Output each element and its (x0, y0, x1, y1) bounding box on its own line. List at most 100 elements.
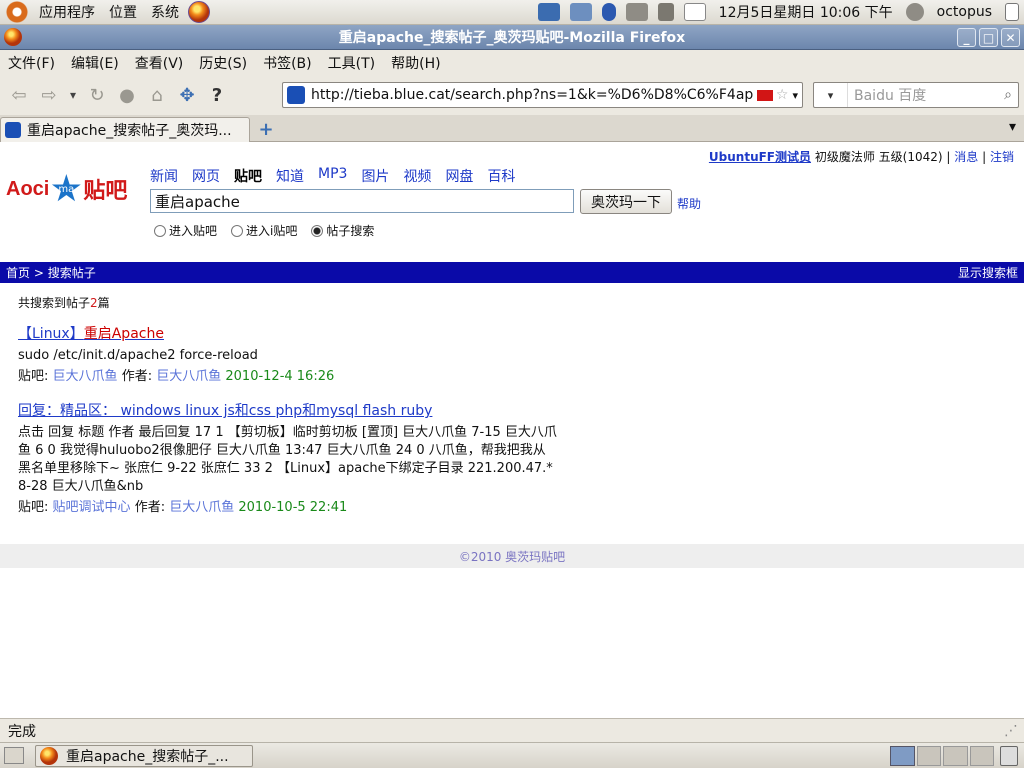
firefox-launcher-icon[interactable] (188, 1, 210, 23)
menu-tools[interactable]: 工具(T) (320, 53, 383, 73)
user-name-link[interactable]: UbuntuFF测试员 (709, 150, 811, 164)
taskbar-window-label: 重启apache_搜索帖子_... (66, 749, 229, 765)
channel-video[interactable]: 视频 (403, 166, 431, 186)
search-input[interactable]: Baidu 百度 (848, 85, 1004, 105)
workspace-2[interactable] (916, 746, 941, 766)
search-scope: 进入贴吧 进入i贴吧 帖子搜索 (154, 222, 374, 239)
menu-edit[interactable]: 编辑(E) (63, 53, 127, 73)
navigation-toolbar: ⇦ ⇨ ▾ ↻ ● ⌂ ✥ ? http://tieba.blue.cat/se… (0, 75, 1024, 115)
bar-label: 贴吧: (18, 500, 49, 515)
site-logo[interactable]: Aoci ma 贴吧 (6, 170, 146, 208)
workspace-switcher[interactable] (890, 746, 994, 766)
window-menu-icon[interactable] (4, 28, 22, 46)
radio-enter-itieba[interactable]: 进入i贴吧 (231, 222, 297, 239)
result-date: 2010-10-5 22:41 (238, 500, 348, 515)
logout-link[interactable]: 注销 (990, 150, 1014, 164)
logo-tieba: 贴吧 (83, 179, 128, 204)
radio-label: 帖子搜索 (326, 224, 375, 238)
messages-link[interactable]: 消息 (954, 150, 978, 164)
toggle-search-box-link[interactable]: 显示搜索框 (958, 264, 1018, 281)
bluetooth-icon[interactable] (601, 3, 616, 21)
channel-zhidao[interactable]: 知道 (276, 166, 304, 186)
result-bar-link[interactable]: 巨大八爪鱼 (53, 369, 118, 384)
search-button[interactable]: 奥茨玛一下 (580, 189, 672, 214)
system-menu[interactable]: 系统 (144, 2, 186, 22)
channel-baike[interactable]: 百科 (487, 166, 515, 186)
author-label: 作者: (121, 369, 153, 384)
breadcrumb-home[interactable]: 首页 (6, 264, 30, 281)
taskbar-window-button[interactable]: 重启apache_搜索帖子_... (35, 745, 253, 767)
result-author-link[interactable]: 巨大八爪鱼 (169, 500, 234, 515)
maximize-button[interactable]: □ (979, 28, 998, 47)
shutdown-icon[interactable] (1005, 3, 1019, 21)
radio-button-selected[interactable] (311, 224, 324, 237)
reload-icon[interactable]: ↻ (82, 80, 112, 110)
radio-post-search[interactable]: 帖子搜索 (311, 222, 374, 239)
radio-enter-tieba[interactable]: 进入贴吧 (154, 222, 217, 239)
forward-icon[interactable]: ⇨ (34, 80, 64, 110)
menu-file[interactable]: 文件(F) (0, 53, 63, 73)
home-icon[interactable]: ⌂ (142, 80, 172, 110)
channel-tieba[interactable]: 贴吧 (234, 166, 262, 186)
workspace-4[interactable] (969, 746, 994, 766)
menu-history[interactable]: 历史(S) (191, 53, 255, 73)
menu-help[interactable]: 帮助(H) (383, 53, 448, 73)
result-title: 回复：精品区： windows linux js和css php和mysql f… (18, 403, 433, 419)
radio-button[interactable] (154, 224, 166, 237)
result-title-link[interactable]: 【Linux】重启Apache (18, 326, 164, 342)
tab-active[interactable]: 重启apache_搜索帖子_奥茨玛... (0, 117, 250, 142)
result-title-link[interactable]: 回复：精品区： windows linux js和css php和mysql f… (18, 403, 432, 419)
breadcrumb-current: 搜索帖子 (47, 266, 96, 280)
help-link[interactable]: 帮助 (677, 195, 701, 212)
trash-icon[interactable] (1000, 746, 1018, 766)
mail-icon[interactable] (683, 3, 706, 21)
channel-web[interactable]: 网页 (192, 166, 220, 186)
back-icon[interactable]: ⇦ (4, 80, 34, 110)
workspace-1[interactable] (890, 746, 915, 766)
show-desktop-icon[interactable] (4, 747, 24, 764)
url-text[interactable]: http://tieba.blue.cat/search.php?ns=1&k=… (311, 87, 754, 103)
fullscreen-icon[interactable]: ✥ (172, 80, 202, 110)
firefox-icon (40, 747, 58, 765)
menu-view[interactable]: 查看(V) (127, 53, 192, 73)
new-tab-icon[interactable]: + (256, 119, 276, 140)
channel-netdisk[interactable]: 网盘 (445, 166, 473, 186)
user-bar: UbuntuFF测试员 初级魔法师 五级(1042) | 消息 | 注销 (709, 148, 1014, 165)
help-icon[interactable]: ? (202, 80, 232, 110)
clock[interactable]: 12月5日星期日 10:06 下午 (711, 2, 901, 22)
stop-icon[interactable]: ● (112, 80, 142, 110)
channel-nav: 新闻 网页 贴吧 知道 MP3 图片 视频 网盘 百科 (150, 166, 515, 186)
network-manager-icon[interactable] (625, 3, 648, 21)
url-dropdown-icon[interactable]: ▾ (792, 89, 798, 102)
user-rank: 初级魔法师 五级(1042) (814, 150, 943, 164)
radio-button[interactable] (231, 224, 244, 237)
window-titlebar[interactable]: 重启apache_搜索帖子_奥茨玛贴吧-Mozilla Firefox _ □ … (0, 25, 1024, 50)
user-name[interactable]: octopus (929, 4, 1000, 20)
result-bar-link[interactable]: 贴吧调试中心 (53, 500, 131, 515)
url-bar[interactable]: http://tieba.blue.cat/search.php?ns=1&k=… (282, 82, 803, 108)
ubuntu-logo-icon[interactable] (6, 1, 28, 23)
result-author-link[interactable]: 巨大八爪鱼 (156, 369, 221, 384)
minimize-button[interactable]: _ (957, 28, 976, 47)
search-engine-selector-icon[interactable]: ▾ (814, 83, 848, 107)
resize-grip-icon[interactable]: ⋰ (1004, 723, 1018, 739)
workspace-3[interactable] (943, 746, 968, 766)
volume-icon[interactable] (657, 3, 674, 21)
query-input[interactable]: 重启apache (150, 189, 574, 213)
search-go-icon[interactable]: ⌕ (1004, 87, 1012, 103)
channel-images[interactable]: 图片 (361, 166, 389, 186)
close-button[interactable]: ✕ (1001, 28, 1020, 47)
applications-menu[interactable]: 应用程序 (32, 2, 102, 22)
breadcrumb: 首页 > 搜索帖子 显示搜索框 (0, 262, 1024, 283)
history-dropdown-icon[interactable]: ▾ (64, 80, 82, 110)
channel-news[interactable]: 新闻 (150, 166, 178, 186)
channel-mp3[interactable]: MP3 (318, 166, 347, 186)
network-icon[interactable] (537, 3, 560, 21)
search-engine-box[interactable]: ▾ Baidu 百度 ⌕ (813, 82, 1019, 108)
menu-bookmarks[interactable]: 书签(B) (255, 53, 320, 73)
search-tool-icon[interactable] (569, 3, 592, 21)
tab-list-dropdown-icon[interactable]: ▾ (1009, 119, 1016, 135)
bookmark-star-icon[interactable]: ☆ (776, 87, 789, 103)
places-menu[interactable]: 位置 (102, 2, 144, 22)
tab-label: 重启apache_搜索帖子_奥茨玛... (27, 123, 232, 139)
